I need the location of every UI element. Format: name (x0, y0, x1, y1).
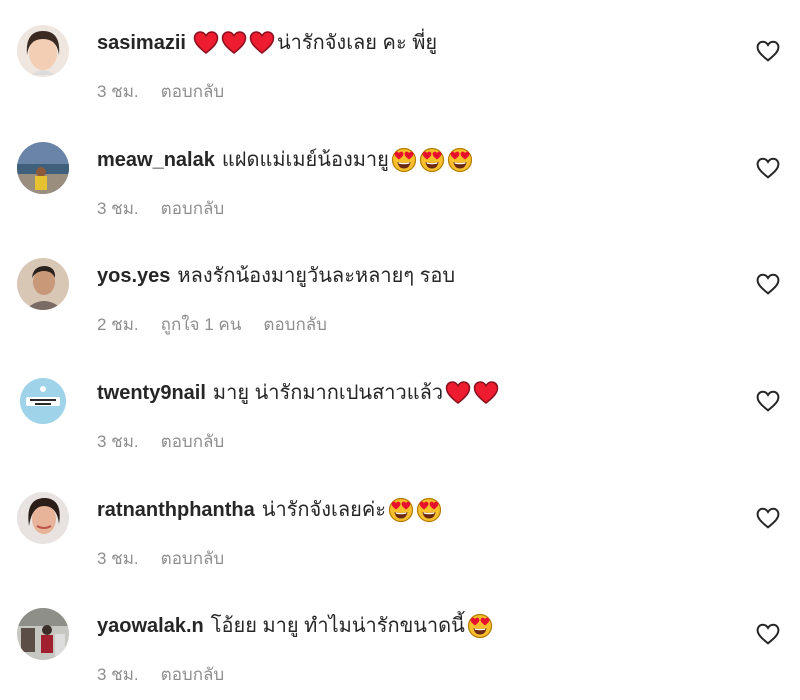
avatar[interactable] (17, 25, 69, 77)
avatar[interactable] (17, 608, 69, 660)
heart-eyes-emoji-icon (447, 147, 473, 173)
heart-outline-icon[interactable] (756, 623, 780, 645)
heart-outline-icon[interactable] (756, 273, 780, 295)
reply-button[interactable]: ตอบกลับ (161, 665, 225, 684)
comment-row: yaowalak.n โอ้ยย มายู ทำไมน่ารักขนาดนี้ 3 … (0, 583, 800, 700)
heart-eyes-emoji-icon (419, 147, 445, 173)
avatar[interactable] (17, 375, 69, 427)
avatar[interactable] (17, 492, 69, 544)
heart-outline-icon[interactable] (756, 40, 780, 62)
comment-text: น่ารักจังเลย คะ พี่ยู (276, 32, 438, 54)
comment-time: 3 ชม. (97, 432, 139, 451)
comment-text: น่ารักจังเลยค่ะ (261, 499, 386, 521)
heart-outline-icon[interactable] (756, 157, 780, 179)
username-link[interactable]: ratnanthphantha (97, 495, 255, 525)
reply-button[interactable]: ตอบกลับ (161, 549, 225, 568)
comment-text: โอ้ยย มายู ทำไมน่ารักขนาดนี้ (210, 615, 465, 637)
heart-outline-icon[interactable] (756, 507, 780, 529)
comment-time: 2 ชม. (97, 315, 139, 334)
comment-row: sasimazii น่ารักจังเลย คะ พี่ยู 3 ชม. ตอบกล… (0, 0, 800, 117)
comment-line: yaowalak.n โอ้ยย มายู ทำไมน่ารักขนาดนี้ (97, 611, 720, 641)
reply-button[interactable]: ตอบกลับ (161, 199, 225, 218)
red-heart-emoji-icon (221, 30, 247, 56)
avatar[interactable] (17, 258, 69, 310)
heart-eyes-emoji-icon (391, 147, 417, 173)
comment-text: หลงรักน้องมายูวันละหลายๆ รอบ (177, 265, 456, 287)
comment-row: meaw_nalak แฝดแม่เมย์น้องมายู 3 ชม. ตอบกลับ (0, 117, 800, 234)
reply-button[interactable]: ตอบกลับ (161, 432, 225, 451)
comment-meta: 3 ชม. ตอบกลับ (97, 428, 246, 455)
red-heart-emoji-icon (473, 380, 499, 406)
comment-meta: 3 ชม. ตอบกลับ (97, 661, 246, 688)
comment-line: ratnanthphantha น่ารักจังเลยค่ะ (97, 495, 720, 525)
comment-meta: 3 ชม. ตอบกลับ (97, 545, 246, 572)
comment-row: twenty9nail มายู น่ารักมากเปนสาวแล้ว 3 ชม.… (0, 350, 800, 467)
comment-time: 3 ชม. (97, 199, 139, 218)
heart-eyes-emoji-icon (388, 497, 414, 523)
heart-eyes-emoji-icon (416, 497, 442, 523)
comment-meta: 2 ชม. ถูกใจ 1 คน ตอบกลับ (97, 311, 349, 338)
reply-button[interactable]: ตอบกลับ (161, 82, 225, 101)
username-link[interactable]: yaowalak.n (97, 611, 204, 641)
comment-text: แฝดแม่เมย์น้องมายู (221, 149, 389, 171)
comment-line: sasimazii น่ารักจังเลย คะ พี่ยู (97, 28, 720, 58)
heart-eyes-emoji-icon (467, 613, 493, 639)
avatar[interactable] (17, 142, 69, 194)
comment-line: meaw_nalak แฝดแม่เมย์น้องมายู (97, 145, 720, 175)
comment-time: 3 ชม. (97, 82, 139, 101)
comment-row: ratnanthphantha น่ารักจังเลยค่ะ 3 ชม. ตอบกล… (0, 467, 800, 584)
username-link[interactable]: twenty9nail (97, 378, 206, 408)
heart-outline-icon[interactable] (756, 390, 780, 412)
comment-line: yos.yes หลงรักน้องมายูวันละหลายๆ รอบ (97, 261, 720, 291)
comment-time: 3 ชม. (97, 549, 139, 568)
comment-line: twenty9nail มายู น่ารักมากเปนสาวแล้ว (97, 378, 720, 408)
username-link[interactable]: yos.yes (97, 261, 170, 291)
reply-button[interactable]: ตอบกลับ (263, 315, 327, 334)
likes-count-link[interactable]: ถูกใจ 1 คน (161, 315, 242, 334)
red-heart-emoji-icon (193, 30, 219, 56)
comment-meta: 3 ชม. ตอบกลับ (97, 78, 246, 105)
red-heart-emoji-icon (445, 380, 471, 406)
comment-time: 3 ชม. (97, 665, 139, 684)
red-heart-emoji-icon (249, 30, 275, 56)
username-link[interactable]: meaw_nalak (97, 145, 215, 175)
username-link[interactable]: sasimazii (97, 28, 186, 58)
comment-row: yos.yes หลงรักน้องมายูวันละหลายๆ รอบ 2 ชม.… (0, 233, 800, 350)
comment-text: มายู น่ารักมากเปนสาวแล้ว (212, 382, 444, 404)
comment-meta: 3 ชม. ตอบกลับ (97, 195, 246, 222)
